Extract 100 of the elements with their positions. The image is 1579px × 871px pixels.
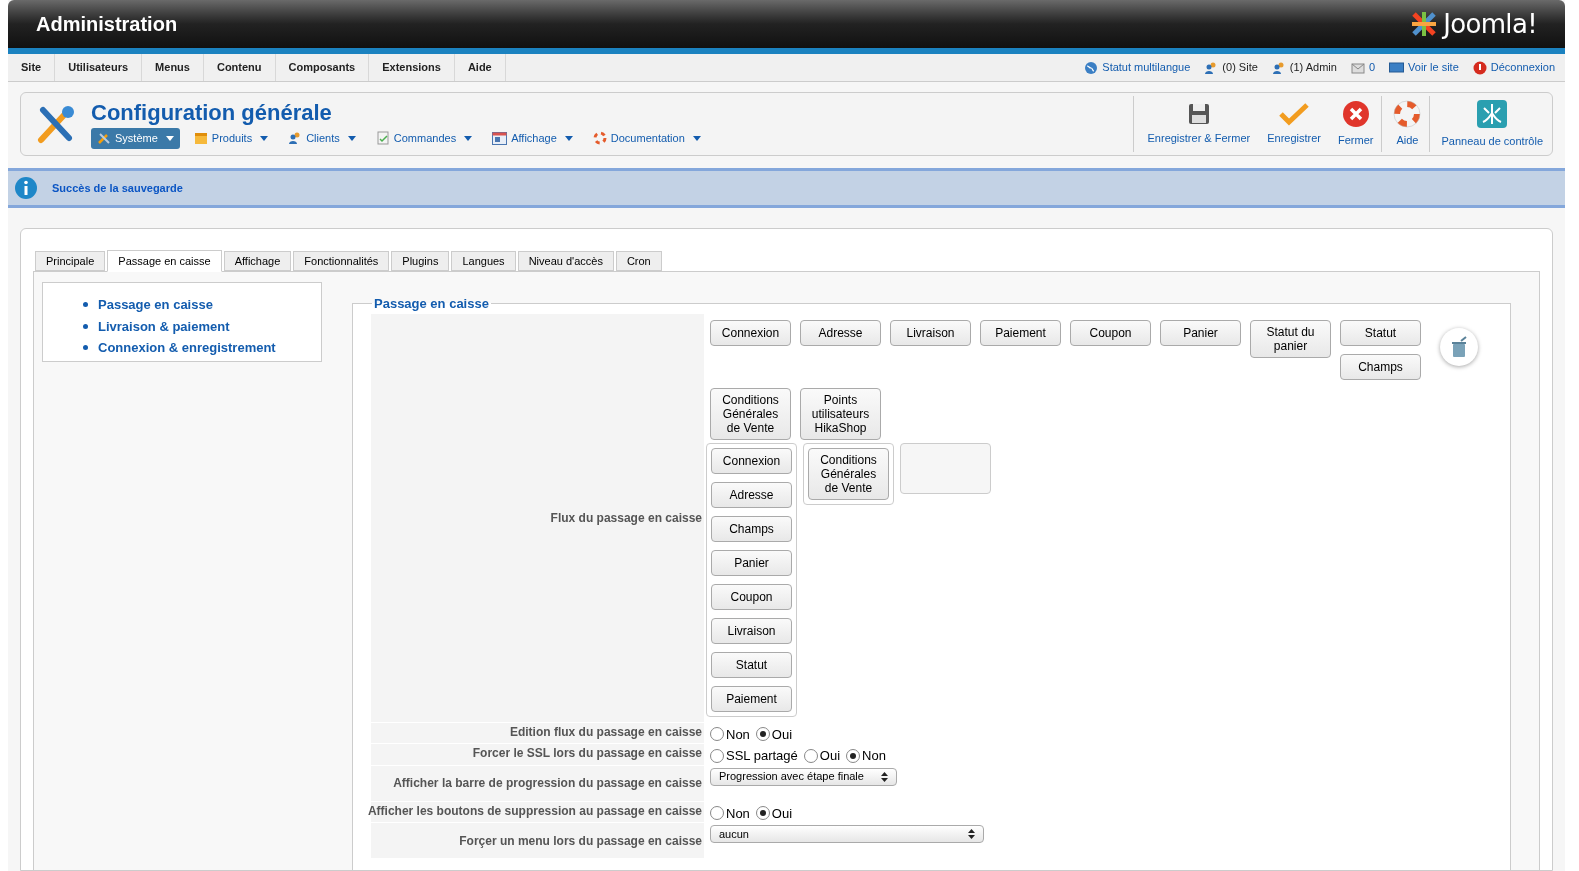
status-link[interactable]: Statut multilangue — [1102, 59, 1191, 76]
radio-label: Oui — [819, 747, 841, 765]
step-button[interactable]: Conditions Générales de Vente — [808, 447, 889, 500]
toolbar-button[interactable]: Enregistrer — [1259, 96, 1330, 152]
caret-icon — [165, 135, 174, 141]
step-button[interactable]: Livraison — [711, 617, 792, 644]
submenu-tab[interactable]: Documentation — [586, 127, 707, 149]
header-title: Administration — [36, 12, 178, 37]
step-button[interactable]: Coupon — [711, 583, 792, 610]
tools-icon — [97, 131, 111, 145]
submenu-tab[interactable]: Produits — [187, 127, 275, 149]
step-button[interactable]: Conditions Générales de Vente — [710, 387, 791, 440]
menu-item[interactable]: Extensions — [369, 54, 455, 81]
trash-button[interactable] — [1440, 327, 1478, 366]
updown-arrows-icon — [881, 771, 888, 782]
checkmark-icon — [1279, 101, 1310, 126]
tab[interactable]: Cron — [615, 251, 662, 271]
tab[interactable]: Principale — [35, 251, 106, 271]
radio-button[interactable] — [755, 727, 770, 742]
step-button[interactable]: Paiement — [711, 685, 792, 712]
document-icon — [375, 131, 390, 145]
caret-icon — [347, 135, 356, 141]
select-field[interactable]: aucun — [710, 825, 984, 843]
page-title: Configuration générale — [91, 99, 333, 126]
step-button[interactable]: Statut — [711, 651, 792, 678]
step-button[interactable]: Adresse — [711, 481, 792, 508]
tab[interactable]: Niveau d'accès — [517, 251, 614, 271]
menu-item[interactable]: Composants — [275, 54, 370, 81]
window-icon — [492, 131, 508, 145]
step-button[interactable]: Coupon — [1070, 319, 1151, 346]
field-label: Afficher la barre de progression du passage en caisse — [393, 775, 702, 792]
status-link[interactable]: 0 — [1368, 59, 1376, 76]
side-nav-link[interactable]: Livraison & paiement — [98, 316, 230, 336]
step-button[interactable]: Livraison — [890, 319, 971, 346]
lifebuoy-icon — [1393, 99, 1422, 128]
field-label: Flux du passage en caisse — [550, 509, 702, 527]
step-button[interactable]: Statut — [1340, 319, 1421, 346]
radio-button[interactable] — [710, 727, 724, 742]
select-field[interactable]: Progression avec étape finale — [710, 767, 897, 786]
power-icon — [1472, 60, 1487, 75]
caret-icon — [692, 135, 701, 141]
step-button[interactable]: Connexion — [710, 319, 791, 346]
radio-label: Non — [726, 804, 750, 823]
radio-button[interactable] — [710, 806, 724, 821]
menu-item[interactable]: Aide — [454, 54, 506, 81]
step-button[interactable]: Champs — [1340, 353, 1421, 380]
message-text: Succès de la sauvegarde — [52, 180, 183, 196]
menu-item[interactable]: Menus — [142, 54, 204, 81]
bullet-icon — [83, 302, 88, 308]
radio-button[interactable] — [846, 748, 861, 763]
submenu-tab[interactable]: Affichage — [486, 127, 579, 149]
radio-button[interactable] — [710, 748, 724, 763]
bullet-icon — [83, 323, 88, 329]
radio-label: Oui — [771, 804, 793, 823]
caret-icon — [564, 135, 573, 141]
menu-item[interactable]: Contenu — [203, 54, 276, 81]
toolbar-button[interactable]: Panneau de contrôle — [1433, 96, 1552, 152]
tab[interactable]: Plugins — [391, 251, 450, 271]
field-label: Afficher les boutons de suppression au passage en caisse — [367, 802, 702, 820]
toolbar-button[interactable]: Fermer — [1330, 96, 1383, 152]
caret-icon — [260, 135, 269, 141]
submenu-tab[interactable]: Commandes — [369, 127, 479, 149]
radio-button[interactable] — [803, 748, 818, 763]
lifebuoy-icon — [592, 131, 607, 145]
submenu-tab[interactable]: Système — [91, 127, 180, 149]
tab[interactable]: Passage en caisse — [107, 250, 222, 272]
submenu-tab[interactable]: Clients — [282, 127, 362, 149]
box-icon — [193, 131, 208, 145]
radio-label: Oui — [771, 725, 793, 744]
menu-item[interactable]: Site — [8, 54, 56, 81]
tab[interactable]: Affichage — [223, 251, 292, 271]
toolbar-button[interactable]: Enregistrer & Fermer — [1139, 96, 1260, 152]
globe-icon — [1084, 60, 1099, 75]
close-icon — [1341, 99, 1370, 128]
radio-label: SSL partagé — [726, 747, 798, 765]
radio-label: Non — [862, 747, 886, 765]
tab[interactable]: Langues — [451, 251, 516, 271]
step-button[interactable]: Points utilisateurs HikaShop — [800, 387, 881, 440]
radio-button[interactable] — [755, 806, 770, 821]
toolbar-button[interactable]: Aide — [1385, 96, 1431, 152]
wrench-screwdriver-icon — [35, 104, 77, 144]
updown-arrows-icon — [968, 829, 975, 839]
envelope-icon — [1350, 61, 1365, 74]
status-link[interactable]: Voir le site — [1408, 59, 1459, 76]
step-button[interactable]: Champs — [711, 515, 792, 542]
info-icon — [14, 176, 38, 200]
step-button[interactable]: Adresse — [800, 319, 881, 346]
side-nav-link[interactable]: Passage en caisse — [98, 295, 213, 315]
step-button[interactable]: Connexion — [711, 447, 792, 474]
step-button[interactable]: Panier — [1160, 319, 1241, 346]
side-nav-link[interactable]: Connexion & enregistrement — [98, 338, 276, 358]
status-link[interactable]: Déconnexion — [1490, 59, 1555, 76]
tab[interactable]: Fonctionnalités — [293, 251, 390, 271]
step-button[interactable]: Paiement — [980, 319, 1061, 346]
field-label: Edition flux du passage en caisse — [509, 723, 702, 741]
step-button[interactable]: Statut du panier — [1250, 319, 1331, 358]
caret-icon — [464, 135, 473, 141]
fieldset-legend: Passage en caisse — [372, 294, 491, 314]
menu-item[interactable]: Utilisateurs — [55, 54, 143, 81]
step-button[interactable]: Panier — [711, 549, 792, 576]
